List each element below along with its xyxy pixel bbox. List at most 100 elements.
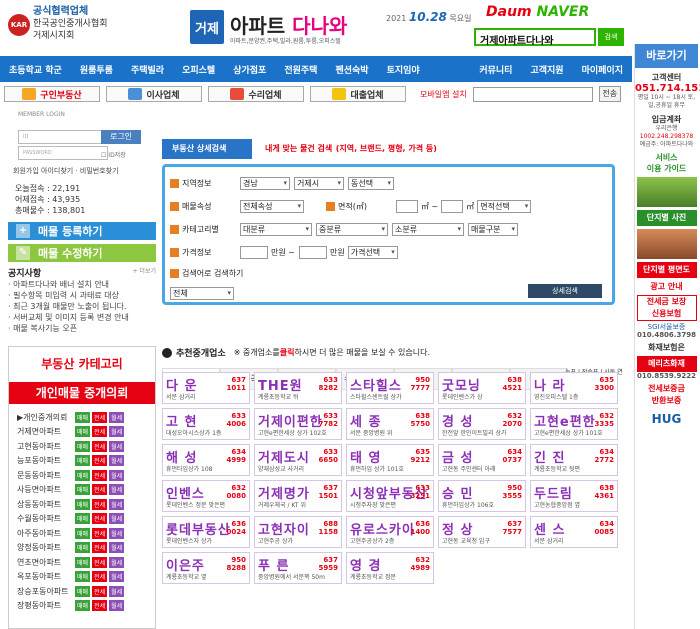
- sale-tag[interactable]: 매매: [75, 513, 91, 525]
- password-input[interactable]: PASSWORD: [18, 146, 108, 160]
- monthly-tag[interactable]: 월세: [109, 484, 125, 496]
- category-name[interactable]: 양정동아파트: [17, 542, 75, 553]
- jeonse-tag[interactable]: 전세: [92, 542, 108, 554]
- jeonse-tag[interactable]: 전세: [92, 513, 108, 525]
- dong-select[interactable]: 동선택: [348, 177, 394, 190]
- jeonse-tag[interactable]: 전세: [92, 600, 108, 612]
- agency-card[interactable]: 굿모닝 638 4521 롯데인벤스가 상: [438, 372, 526, 404]
- jeonse-tag[interactable]: 전세: [92, 484, 108, 496]
- notice-item[interactable]: · 서버교체 및 이미지 등록 변경 안내: [8, 312, 156, 323]
- sale-tag[interactable]: 매매: [75, 469, 91, 481]
- agency-card[interactable]: 긴 진 634 2772 계룡초등학교 뒷편: [530, 444, 618, 476]
- price-min-input[interactable]: [240, 246, 268, 259]
- jeonse-tag[interactable]: 전세: [92, 411, 108, 423]
- category-row[interactable]: 고현동아파트 매매 전세 월세: [9, 439, 155, 454]
- edit-listing-button[interactable]: ✎ 매물 수정하기: [8, 244, 156, 262]
- listing-type-select[interactable]: 매물구분: [468, 223, 518, 236]
- agency-card[interactable]: 거제이편한 633 7782 고현e편한세상 상가 102호: [254, 408, 342, 440]
- subnav-send-button[interactable]: 전송: [598, 86, 621, 102]
- category-name[interactable]: ▶개인중개의뢰: [17, 412, 75, 423]
- sale-tag[interactable]: 매매: [75, 484, 91, 496]
- site-logo-icon[interactable]: 거제: [190, 10, 224, 44]
- category-name[interactable]: 능포동아파트: [17, 455, 75, 466]
- monthly-tag[interactable]: 월세: [109, 542, 125, 554]
- agency-card[interactable]: 고현e편한 632 3335 고현e편한세상 상가 101호: [530, 408, 618, 440]
- monthly-tag[interactable]: 월세: [109, 498, 125, 510]
- subnav-input[interactable]: [472, 86, 593, 102]
- deposit-guarantee-banner[interactable]: 전세보증금 반환보증: [636, 383, 697, 409]
- mobile-app-setup[interactable]: 모바일앱 설치: [420, 89, 467, 100]
- job-agency-button[interactable]: 구인부동산: [4, 86, 100, 102]
- loan-company-button[interactable]: 대출업체: [310, 86, 406, 102]
- category-row[interactable]: ▶개인중개의뢰 매매 전세 월세: [9, 410, 155, 425]
- floor-plan-link[interactable]: 단지별 평면도: [636, 262, 697, 278]
- category-row[interactable]: 양정동아파트 매매 전세 월세: [9, 541, 155, 556]
- jeonse-tag[interactable]: 전세: [92, 585, 108, 597]
- monthly-tag[interactable]: 월세: [109, 513, 125, 525]
- jeonse-tag[interactable]: 전세: [92, 440, 108, 452]
- service-guide-link[interactable]: 서비스 이용 가이드: [637, 152, 697, 174]
- minor-category-select[interactable]: 소분류: [392, 223, 464, 236]
- agency-card[interactable]: 고 현 633 4006 대성오아시스상가 1층: [162, 408, 250, 440]
- nav-support[interactable]: 고객지원: [521, 63, 572, 76]
- agency-card[interactable]: 두드림 638 4361 고현농협중앙점 옆: [530, 480, 618, 512]
- login-button[interactable]: 로그인: [101, 130, 141, 144]
- nav-land[interactable]: 토지임야: [378, 63, 429, 76]
- price-max-input[interactable]: [298, 246, 327, 259]
- meritz-banner[interactable]: 메리츠화재: [636, 356, 697, 372]
- sale-tag[interactable]: 매매: [75, 455, 91, 467]
- category-name[interactable]: 옥포동아파트: [17, 571, 75, 582]
- category-row[interactable]: 장승포동아파트 매매 전세 월세: [9, 584, 155, 599]
- agency-card[interactable]: 거제도시 633 6650 양재삼성교 사거리: [254, 444, 342, 476]
- notice-item[interactable]: · 필수항목 미입력 시 과태료 대상: [8, 290, 156, 301]
- category-name[interactable]: 연초면아파트: [17, 557, 75, 568]
- agency-card[interactable]: 이은주 950 8288 계룡초등학교 옆: [162, 552, 250, 584]
- agency-card[interactable]: 롯데부동산 636 0024 롯데인벤스자 상가: [162, 516, 250, 548]
- area-min-input[interactable]: [396, 200, 418, 213]
- sale-tag[interactable]: 매매: [75, 556, 91, 568]
- agency-card[interactable]: 고현자이 688 1158 고현주공 상가: [254, 516, 342, 548]
- agency-card[interactable]: 경 성 632 2070 한전앞 한인이트빌리 상가: [438, 408, 526, 440]
- category-row[interactable]: 연초면아파트 매매 전세 월세: [9, 555, 155, 570]
- agency-card[interactable]: 거제명가 637 1501 거제우체국 / KT 위: [254, 480, 342, 512]
- province-select[interactable]: 경남: [240, 177, 290, 190]
- nav-pension[interactable]: 펜션숙박: [326, 63, 377, 76]
- category-name[interactable]: 사등면아파트: [17, 484, 75, 495]
- complex-photo-link[interactable]: 단지별 사진: [636, 210, 697, 226]
- jeonse-tag[interactable]: 전세: [92, 556, 108, 568]
- category-row[interactable]: 수월동아파트 매매 전세 월세: [9, 512, 155, 527]
- agency-card[interactable]: 시청앞부동산 633 3251 시청주차장 맞은편: [346, 480, 434, 512]
- nav-country-house[interactable]: 전원주택: [275, 63, 326, 76]
- jeonse-tag[interactable]: 전세: [92, 455, 108, 467]
- agency-card[interactable]: 해 성 634 4999 휴먼타임상가 108: [162, 444, 250, 476]
- monthly-tag[interactable]: 월세: [109, 600, 125, 612]
- find-link[interactable]: 아이디찾기 · 비밀번호찾기: [41, 167, 119, 175]
- agency-card[interactable]: 영 경 632 4989 계룡초등학교 정문: [346, 552, 434, 584]
- repair-company-button[interactable]: 수리업체: [208, 86, 304, 102]
- register-listing-button[interactable]: + 매물 등록하기: [8, 222, 156, 240]
- moving-company-button[interactable]: 이사업체: [106, 86, 202, 102]
- category-row[interactable]: 사등면아파트 매매 전세 월세: [9, 483, 155, 498]
- hug-logo[interactable]: HUG: [637, 412, 697, 426]
- category-name[interactable]: 장평동아파트: [17, 600, 75, 611]
- attr-select[interactable]: 전체속성: [240, 200, 304, 213]
- monthly-tag[interactable]: 월세: [109, 455, 125, 467]
- notice-item[interactable]: · 매물 복사기능 오픈: [8, 323, 156, 334]
- detail-search-button[interactable]: 상세검색: [528, 284, 602, 298]
- site-logo-title[interactable]: 아파트 다나와: [230, 10, 347, 39]
- monthly-tag[interactable]: 월세: [109, 426, 125, 438]
- category-name[interactable]: 고현동아파트: [17, 441, 75, 452]
- agency-card[interactable]: 센 스 634 0085 서문 삼거리: [530, 516, 618, 548]
- agency-card[interactable]: 태 영 635 9212 휴먼하임 상가 101호: [346, 444, 434, 476]
- category-name[interactable]: 거제면아파트: [17, 426, 75, 437]
- monthly-tag[interactable]: 월세: [109, 440, 125, 452]
- sale-tag[interactable]: 매매: [75, 527, 91, 539]
- agency-card[interactable]: 유로스카이 636 1400 고현주공상가 2층: [346, 516, 434, 548]
- mid-category-select[interactable]: 중분류: [316, 223, 388, 236]
- agency-card[interactable]: 인벤스 632 0080 롯데인벤스 정문 맞은편: [162, 480, 250, 512]
- monthly-tag[interactable]: 월세: [109, 571, 125, 583]
- jeonse-tag[interactable]: 전세: [92, 426, 108, 438]
- category-row[interactable]: 능포동아파트 매매 전세 월세: [9, 454, 155, 469]
- sale-tag[interactable]: 매매: [75, 542, 91, 554]
- sale-tag[interactable]: 매매: [75, 498, 91, 510]
